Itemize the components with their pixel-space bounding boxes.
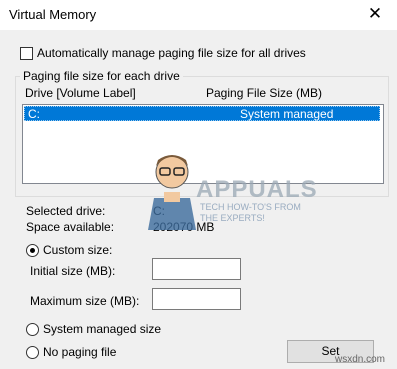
table-row[interactable]: C: System managed <box>24 106 380 121</box>
appuals-mascot-logo <box>148 155 196 230</box>
row-size: System managed <box>240 107 334 121</box>
close-icon[interactable]: ✕ <box>365 4 385 24</box>
maximum-size-input[interactable] <box>152 288 241 310</box>
initial-size-input[interactable] <box>152 258 241 280</box>
system-managed-label[interactable]: System managed size <box>43 322 161 336</box>
space-available-label: Space available: <box>26 220 115 234</box>
group-label: Paging file size for each drive <box>20 69 183 83</box>
auto-manage-label[interactable]: Automatically manage paging file size fo… <box>37 46 306 60</box>
custom-size-radio[interactable] <box>26 244 39 257</box>
watermark-brand: APPUALS <box>196 176 318 203</box>
row-drive: C: <box>28 107 40 121</box>
system-managed-radio[interactable] <box>26 323 39 336</box>
column-header-drive: Drive [Volume Label] <box>25 86 136 100</box>
initial-size-label: Initial size (MB): <box>30 264 116 278</box>
auto-manage-checkbox[interactable] <box>20 47 33 60</box>
column-header-size: Paging File Size (MB) <box>206 86 323 100</box>
window-title: Virtual Memory <box>9 7 97 22</box>
maximum-size-label: Maximum size (MB): <box>30 294 140 308</box>
custom-size-label[interactable]: Custom size: <box>43 243 112 257</box>
watermark-tagline-1: TECH HOW-TO'S FROM <box>200 202 301 212</box>
watermark-site: wsxdn.com <box>335 354 386 365</box>
radio-selected-dot <box>30 248 35 253</box>
watermark-tagline-2: THE EXPERTS! <box>200 213 265 223</box>
no-paging-radio[interactable] <box>26 346 39 359</box>
selected-drive-label: Selected drive: <box>26 204 106 218</box>
no-paging-label[interactable]: No paging file <box>43 345 116 359</box>
